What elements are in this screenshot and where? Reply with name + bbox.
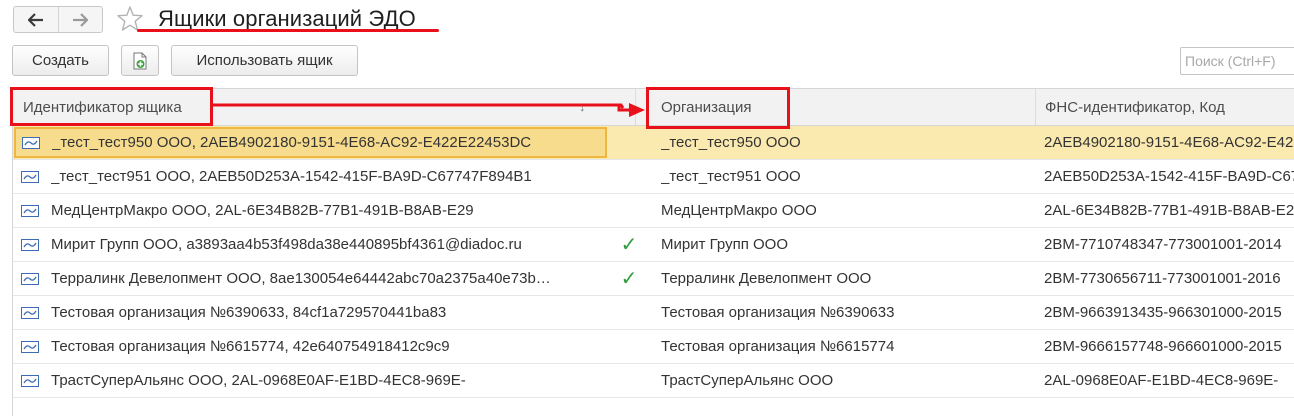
cell-organization: Мирит Групп ООО	[661, 236, 789, 253]
cell-organization: МедЦентрМакро ООО	[661, 202, 817, 219]
forward-button[interactable]	[57, 7, 103, 32]
box-id-text: _тест_тест950 ООО, 2AEB4902180-9151-4E68…	[52, 134, 532, 151]
cell-fns-id: 2AL-6E34B82B-77B1-491B-B8AB-E29	[1044, 202, 1294, 219]
cell-organization: Тестовая организация №6390633	[661, 304, 895, 321]
boxes-table: Идентификатор ящика ↓ Организация ФНС-ид…	[12, 88, 1294, 416]
star-icon[interactable]	[116, 5, 144, 32]
table-row[interactable]: _тест_тест950 ООО, 2AEB4902180-9151-4E68…	[13, 126, 1294, 160]
check-mark-icon	[617, 126, 641, 159]
cell-fns-id: 2AEB4902180-9151-4E68-AC92-E422E22453DC	[1044, 134, 1294, 151]
mailbox-icon	[21, 238, 39, 251]
box-id-text: Терралинк Девелопмент ООО, 8ae130054e644…	[51, 270, 551, 287]
mailbox-icon	[21, 306, 39, 319]
annotation-box-organization	[646, 87, 790, 129]
cell-fns-id: 2AEB50D253A-1542-415F-BA9D-C67747F894B1	[1044, 168, 1294, 185]
table-row[interactable]: Тестовая организация №6390633, 84cf1a729…	[13, 296, 1294, 330]
mailbox-icon	[21, 204, 39, 217]
check-mark-icon	[617, 194, 641, 227]
cell-box-id: Тестовая организация №6390633, 84cf1a729…	[21, 296, 611, 329]
box-id-text: Мирит Групп ООО, a3893aa4b53f498da38e440…	[51, 236, 522, 253]
cell-fns-id: 2BM-9663913435-966301000-2015	[1044, 304, 1282, 321]
mailbox-icon	[21, 374, 39, 387]
mailbox-icon	[21, 170, 39, 183]
create-button[interactable]: Создать	[12, 45, 109, 76]
table-row[interactable]: _тест_тест951 ООО, 2AEB50D253A-1542-415F…	[13, 160, 1294, 194]
cell-organization: Тестовая организация №6615774	[661, 338, 895, 355]
cell-box-id: Тестовая организация №6615774, 42e640754…	[21, 330, 611, 363]
cell-box-id: _тест_тест950 ООО, 2AEB4902180-9151-4E68…	[14, 127, 607, 158]
check-mark-icon: ✓	[620, 234, 638, 256]
box-id-text: _тест_тест951 ООО, 2AEB50D253A-1542-415F…	[51, 168, 532, 185]
use-box-button[interactable]: Использовать ящик	[171, 45, 358, 76]
column-header-fns-id[interactable]: ФНС-идентификатор, Код	[1035, 89, 1294, 125]
cell-organization: _тест_тест950 ООО	[661, 134, 801, 151]
check-mark-icon: ✓	[620, 268, 638, 290]
mailbox-icon	[21, 272, 39, 285]
copy-add-icon	[133, 52, 147, 69]
cell-organization: Терралинк Девелопмент ООО	[661, 270, 872, 287]
navigation-buttons	[13, 6, 103, 33]
table-row[interactable]: Терралинк Девелопмент ООО, 8ae130054e644…	[13, 262, 1294, 296]
cell-organization: _тест_тест951 ООО	[661, 168, 801, 185]
cell-box-id: МедЦентрМакро ООО, 2AL-6E34B82B-77B1-491…	[21, 194, 611, 227]
cell-box-id: Мирит Групп ООО, a3893aa4b53f498da38e440…	[21, 228, 611, 261]
check-mark-icon	[617, 330, 641, 363]
check-mark-icon	[617, 364, 641, 397]
cell-fns-id: 2BM-9666157748-966601000-2015	[1044, 338, 1282, 355]
cell-box-id: ТрастСуперАльянс ООО, 2AL-0968E0AF-E1BD-…	[21, 364, 611, 397]
back-button[interactable]	[14, 7, 58, 32]
cell-box-id: Терралинк Девелопмент ООО, 8ae130054e644…	[21, 262, 611, 295]
cell-box-id: _тест_тест951 ООО, 2AEB50D253A-1542-415F…	[21, 160, 611, 193]
box-id-text: МедЦентрМакро ООО, 2AL-6E34B82B-77B1-491…	[51, 202, 474, 219]
search-input[interactable]: Поиск (Ctrl+F)	[1180, 47, 1294, 75]
cell-fns-id: 2AL-0968E0AF-E1BD-4EC8-969E-	[1044, 372, 1279, 389]
copy-button[interactable]	[121, 45, 159, 76]
cell-fns-id: 2BM-7710748347-773001001-2014	[1044, 236, 1282, 253]
box-id-text: ТрастСуперАльянс ООО, 2AL-0968E0AF-E1BD-…	[51, 372, 466, 389]
box-id-text: Тестовая организация №6615774, 42e640754…	[51, 338, 450, 355]
cell-fns-id: 2BM-7730656711-773001001-2016	[1044, 270, 1281, 287]
check-mark-icon	[617, 160, 641, 193]
table-row[interactable]: Мирит Групп ООО, a3893aa4b53f498da38e440…	[13, 228, 1294, 262]
annotation-arrow	[211, 103, 645, 117]
table-row[interactable]: ТрастСуперАльянс ООО, 2AL-0968E0AF-E1BD-…	[13, 364, 1294, 398]
check-mark-icon	[617, 296, 641, 329]
box-id-text: Тестовая организация №6390633, 84cf1a729…	[51, 304, 447, 321]
mailbox-icon	[22, 136, 40, 149]
arrow-left-icon	[27, 12, 43, 27]
table-row[interactable]: МедЦентрМакро ООО, 2AL-6E34B82B-77B1-491…	[13, 194, 1294, 228]
mailbox-icon	[21, 340, 39, 353]
annotation-box-box-id	[10, 87, 213, 126]
cell-organization: ТрастСуперАльянс ООО	[661, 372, 834, 389]
table-row[interactable]: Тестовая организация №6615774, 42e640754…	[13, 330, 1294, 364]
arrow-right-icon	[73, 12, 89, 27]
title-annotation-underline	[137, 29, 439, 32]
